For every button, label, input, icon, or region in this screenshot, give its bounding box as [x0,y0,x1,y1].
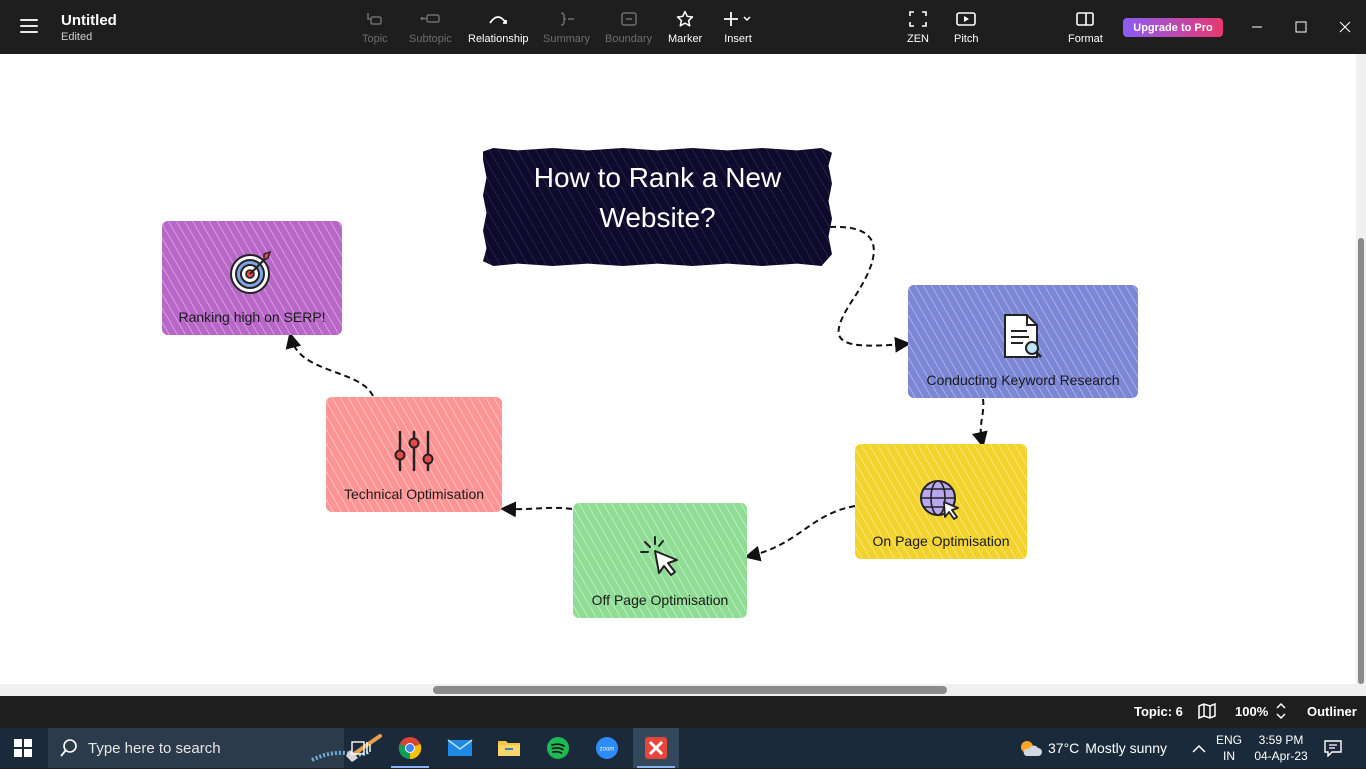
document-search-icon [1001,313,1045,366]
mail-icon[interactable] [437,728,483,768]
topic-count: Topic: 6 [1134,704,1183,719]
central-topic-line1: How to Rank a New [533,162,782,193]
plus-icon [724,8,752,30]
vertical-scrollbar[interactable] [1356,54,1366,684]
map-icon[interactable] [1198,702,1216,722]
summary-button[interactable]: Summary [543,8,590,45]
clock[interactable]: 3:59 PM 04-Apr-23 [1250,733,1312,763]
relationship-line[interactable] [829,225,911,353]
globe-cursor-icon [918,478,964,527]
status-bar: Topic: 6 100% Outliner [0,696,1366,727]
zoom-level[interactable]: 100% [1235,704,1268,719]
file-explorer-icon[interactable] [486,728,532,768]
target-icon [228,248,276,301]
boundary-icon [619,8,639,30]
relationship-line[interactable] [285,332,374,397]
weather-widget[interactable]: 37°C Mostly sunny [1018,738,1167,758]
central-topic[interactable]: How to Rank a New Website? [483,148,832,266]
xmind-icon[interactable] [633,728,679,768]
marker-button[interactable]: Marker [668,8,702,45]
chrome-icon[interactable] [387,728,433,768]
central-topic-line2: Website? [599,202,716,233]
subtopic-icon [419,8,441,30]
vertical-scrollbar-thumb[interactable] [1358,238,1364,684]
windows-start-icon[interactable] [14,739,32,762]
insert-button[interactable]: Insert [724,8,752,45]
notification-icon[interactable] [1324,739,1342,762]
zoom-stepper-icon[interactable] [1276,702,1286,723]
spotify-icon[interactable] [535,728,581,768]
topic-technical[interactable]: Technical Optimisation [326,397,502,512]
app-toolbar: Untitled Edited Topic Subtopic Relations… [0,0,1366,54]
upgrade-button[interactable]: Upgrade to Pro [1123,18,1223,37]
chevron-up-icon[interactable] [1192,741,1206,759]
weather-sun-icon [1021,741,1042,756]
topic-on-page[interactable]: On Page Optimisation [855,444,1027,559]
language-indicator[interactable]: ENG IN [1214,733,1244,763]
relationship-line[interactable] [972,398,988,448]
horizontal-scrollbar[interactable] [0,684,1366,696]
topic-ranking[interactable]: Ranking high on SERP! [162,221,342,335]
cursor-click-icon [637,535,683,584]
topic-button[interactable]: Topic [362,8,388,45]
weather-temp: 37°C [1048,740,1080,756]
boundary-button[interactable]: Boundary [605,8,652,45]
windows-taskbar: Type here to search zoom 37°C Mostly sun… [0,728,1366,768]
close-icon[interactable] [1332,14,1358,40]
panel-icon [1075,8,1095,30]
format-button[interactable]: Format [1068,8,1103,45]
horizontal-scrollbar-thumb[interactable] [433,686,947,694]
task-view-icon[interactable] [338,728,384,768]
mindmap-canvas[interactable]: How to Rank a New Website? Conducting Ke… [0,54,1356,684]
search-icon [60,739,78,762]
weather-text: Mostly sunny [1085,740,1167,756]
summary-icon [557,8,577,30]
topic-keyword-research[interactable]: Conducting Keyword Research [908,285,1138,398]
zoom-app-icon[interactable]: zoom [584,728,630,768]
maximize-icon[interactable] [1288,14,1314,40]
search-placeholder: Type here to search [88,740,221,757]
outliner-button[interactable]: Outliner [1307,704,1357,719]
menu-icon[interactable] [20,19,38,33]
taskbar-search[interactable]: Type here to search [48,728,382,768]
pitch-button[interactable]: Pitch [954,8,978,45]
relationship-button[interactable]: Relationship [468,8,529,45]
minimize-icon[interactable] [1244,14,1270,40]
zen-button[interactable]: ZEN [907,8,929,45]
topic-icon [365,8,385,30]
document-title[interactable]: Untitled [61,12,117,29]
fullscreen-icon [909,8,927,30]
relationship-line[interactable] [500,501,573,518]
document-status: Edited [61,31,93,43]
star-icon [676,8,694,30]
sliders-icon [392,429,436,478]
relationship-icon [487,8,509,30]
relationship-line[interactable] [744,505,856,562]
svg-text:zoom: zoom [600,747,615,753]
presentation-icon [956,8,977,30]
topic-off-page[interactable]: Off Page Optimisation [573,503,747,618]
subtopic-button[interactable]: Subtopic [409,8,452,45]
